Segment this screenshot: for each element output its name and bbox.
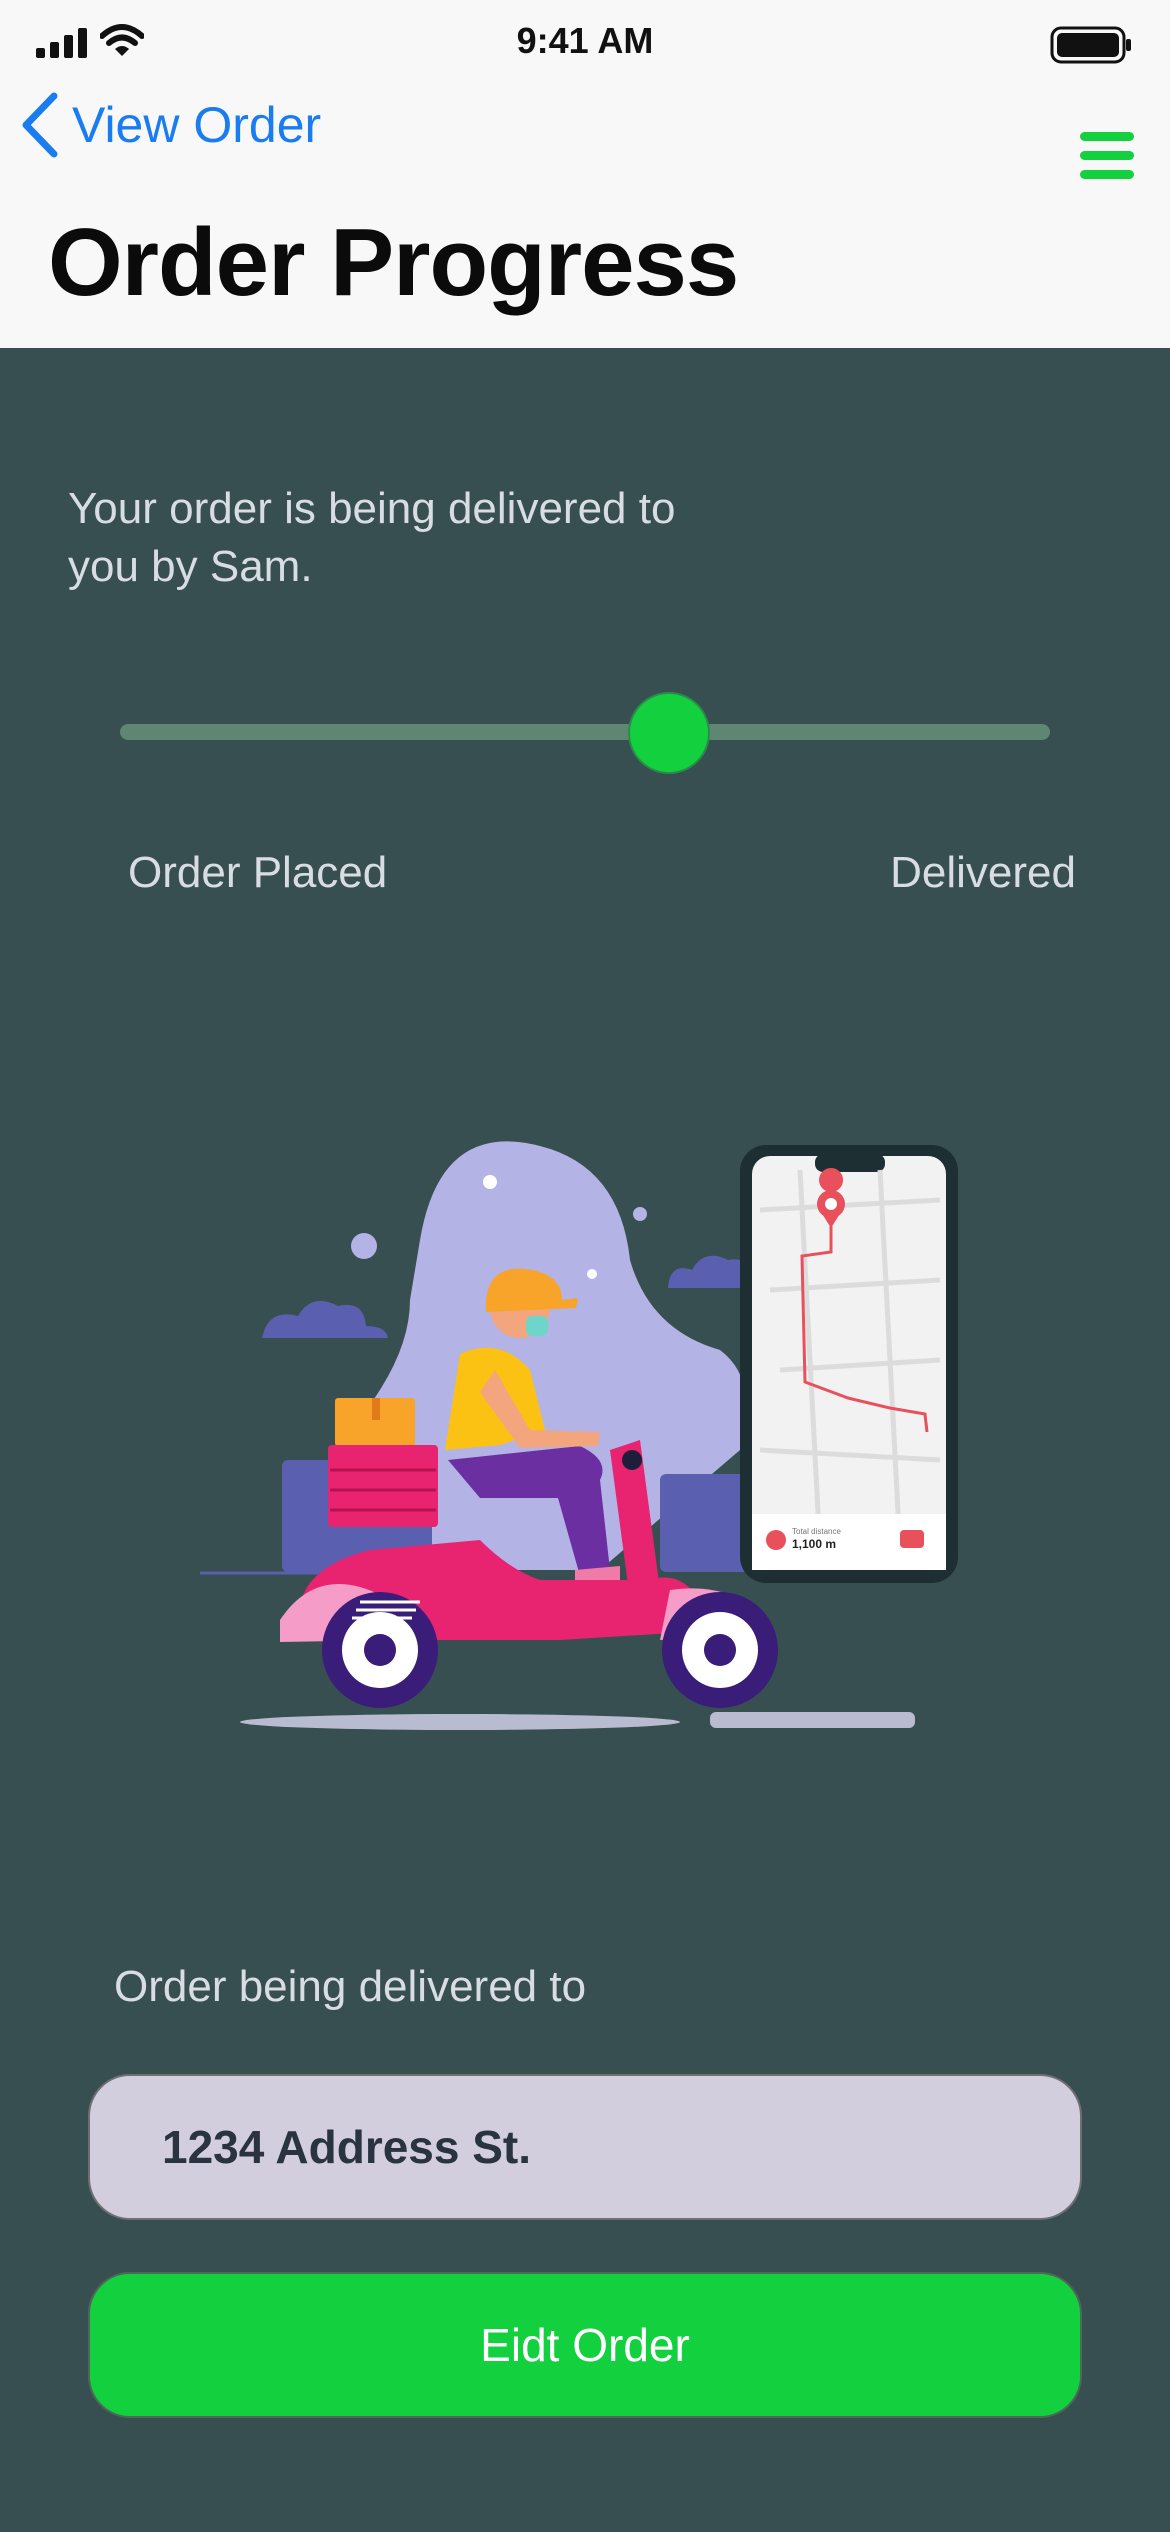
delivery-status-message: Your order is being delivered to you by … xyxy=(68,484,676,591)
delivery-address-caption: Order being delivered to xyxy=(114,1962,587,2011)
status-bar: 9:41 AM xyxy=(0,0,1170,90)
delivery-address-field[interactable]: 1234 Address St. xyxy=(88,2074,1082,2220)
back-button-label: View Order xyxy=(72,97,322,153)
map-distance-caption: Total distance xyxy=(792,1527,841,1536)
progress-indicator xyxy=(627,692,710,774)
hamburger-menu-icon[interactable] xyxy=(1078,130,1136,182)
page-title: Order Progress xyxy=(48,209,739,316)
back-button[interactable]: View Order xyxy=(20,90,321,160)
map-distance-value: 1,100 m xyxy=(792,1537,836,1551)
battery-icon xyxy=(1050,26,1131,64)
edit-order-button[interactable]: Eidt Order xyxy=(88,2272,1082,2418)
chevron-left-icon xyxy=(22,92,58,158)
delivery-scooter-illustration: Total distance 1,100 m xyxy=(200,1141,958,1730)
progress-track xyxy=(120,724,1050,740)
status-time: 9:41 AM xyxy=(516,20,654,61)
progress-end-label: Delivered xyxy=(890,848,1076,897)
navigation-header: 9:41 AM View Order Order Progress xyxy=(0,0,1170,348)
progress-start-label: Order Placed xyxy=(128,848,388,897)
